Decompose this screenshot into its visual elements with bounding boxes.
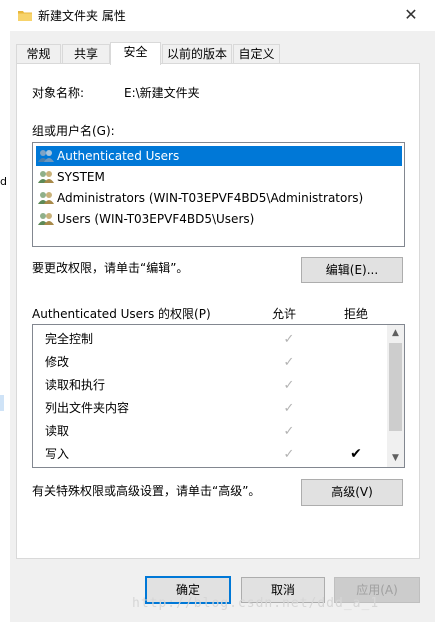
background-window-strip: d <box>0 31 10 622</box>
permission-name: 读取和执行 <box>45 378 106 392</box>
window-title: 新建文件夹 属性 <box>38 9 126 23</box>
permission-row-list-folder: 列出文件夹内容 ✓ <box>33 397 386 420</box>
permissions-title: Authenticated Users 的权限(P) <box>32 307 211 321</box>
allow-check-icon: ✓ <box>283 378 295 393</box>
allow-check-icon: ✓ <box>283 401 295 416</box>
tab-general[interactable]: 常规 <box>16 44 61 64</box>
tab-sharing[interactable]: 共享 <box>62 44 110 64</box>
scroll-thumb[interactable] <box>389 343 402 431</box>
title-bar: 新建文件夹 属性 ✕ <box>0 0 435 31</box>
user-item-label: Authenticated Users <box>57 149 180 163</box>
watermark-text: http://blog.csdn.net/ddd_a_1 <box>132 596 380 611</box>
edit-button[interactable]: 编辑(E)... <box>301 257 403 283</box>
close-icon: ✕ <box>404 5 418 24</box>
permission-name: 列出文件夹内容 <box>45 401 130 415</box>
allow-check-icon: ✓ <box>283 332 295 347</box>
tab-security[interactable]: 安全 <box>110 42 161 65</box>
object-name-label: 对象名称: <box>32 86 85 100</box>
permission-row-read: 读取 ✓ <box>33 420 386 443</box>
user-group-icon <box>38 213 54 225</box>
permission-name: 写入 <box>45 447 70 461</box>
allow-check-icon: ✓ <box>283 355 295 370</box>
deny-check-icon: ✔ <box>350 446 362 462</box>
permission-name: 读取 <box>45 424 70 438</box>
advanced-hint: 有关特殊权限或高级设置，请单击“高级”。 <box>32 484 261 498</box>
background-selection <box>0 395 4 411</box>
permission-row-read-execute: 读取和执行 ✓ <box>33 374 386 397</box>
user-group-icon <box>38 150 54 162</box>
permission-row-write: 写入 ✓ ✔ <box>33 443 386 466</box>
permission-name: 完全控制 <box>45 332 94 346</box>
groups-label: 组或用户名(G): <box>32 124 115 138</box>
scroll-down-icon[interactable]: ▼ <box>387 450 404 467</box>
user-group-icon <box>38 171 54 183</box>
security-panel: 对象名称: E:\新建文件夹 组或用户名(G): Authenticated U… <box>16 63 420 559</box>
user-item-label: Administrators (WIN-T03EPVF4BD5\Administ… <box>57 191 364 205</box>
user-item-system[interactable]: SYSTEM <box>36 167 402 187</box>
folder-icon <box>18 11 32 21</box>
deny-column-header: 拒绝 <box>344 307 369 321</box>
background-text: d <box>0 175 7 188</box>
user-item-users[interactable]: Users (WIN-T03EPVF4BD5\Users) <box>36 209 402 229</box>
permission-row-full-control: 完全控制 ✓ <box>33 328 386 351</box>
user-item-label: SYSTEM <box>57 170 105 184</box>
user-item-administrators[interactable]: Administrators (WIN-T03EPVF4BD5\Administ… <box>36 188 402 208</box>
close-button[interactable]: ✕ <box>399 4 423 26</box>
advanced-button[interactable]: 高级(V) <box>301 479 403 506</box>
user-item-authenticated-users[interactable]: Authenticated Users <box>36 146 402 166</box>
user-item-label: Users (WIN-T03EPVF4BD5\Users) <box>57 212 255 226</box>
user-group-icon <box>38 192 54 204</box>
users-list[interactable]: Authenticated Users SYSTEM Administrator… <box>32 142 405 247</box>
allow-check-icon: ✓ <box>283 424 295 439</box>
permission-row-modify: 修改 ✓ <box>33 351 386 374</box>
tab-customize[interactable]: 自定义 <box>233 44 280 64</box>
edit-hint: 要更改权限，请单击“编辑”。 <box>32 261 189 275</box>
permission-name: 修改 <box>45 355 70 369</box>
permissions-list[interactable]: 完全控制 ✓ 修改 ✓ 读取和执行 ✓ 列出文件夹内容 ✓ 读取 ✓ 写入 ✓ … <box>32 324 405 468</box>
allow-column-header: 允许 <box>272 307 297 321</box>
tab-previous-versions[interactable]: 以前的版本 <box>162 44 232 64</box>
scroll-up-icon[interactable]: ▲ <box>387 325 404 342</box>
allow-check-icon: ✓ <box>283 447 295 462</box>
permissions-scrollbar[interactable]: ▲ ▼ <box>387 325 404 467</box>
object-name-value: E:\新建文件夹 <box>124 86 200 100</box>
